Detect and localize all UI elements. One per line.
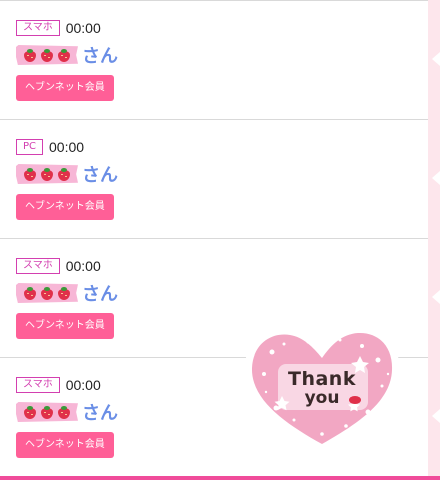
member-badge-button[interactable]: ヘブンネット会員 <box>16 194 114 220</box>
strawberry-icon <box>24 48 36 62</box>
visit-time: 00:00 <box>49 139 85 155</box>
strawberry-icon <box>58 405 70 419</box>
name-suffix: さん <box>82 165 118 186</box>
list-item: スマホ 00:00 さん ヘブンネット会員 <box>0 0 428 119</box>
device-badge: スマホ <box>16 258 60 274</box>
masked-name-tape <box>16 402 78 422</box>
member-badge-button[interactable]: ヘブンネット会員 <box>16 432 114 458</box>
strawberry-icon <box>58 286 70 300</box>
side-decoration-strip <box>428 0 440 480</box>
device-badge: PC <box>16 139 44 155</box>
bottom-accent-bar <box>0 476 440 480</box>
name-suffix: さん <box>82 403 118 424</box>
strawberry-icon <box>24 405 36 419</box>
strawberry-icon <box>41 405 53 419</box>
visit-time: 00:00 <box>65 377 101 393</box>
name-suffix: さん <box>82 46 118 67</box>
sticker-text-you: you <box>304 388 340 408</box>
strawberry-icon <box>41 286 53 300</box>
member-badge-button[interactable]: ヘブンネット会員 <box>16 75 114 101</box>
list-item: PC 00:00 さん ヘブンネット会員 <box>0 119 428 238</box>
strawberry-icon <box>24 286 36 300</box>
member-badge-button[interactable]: ヘブンネット会員 <box>16 313 114 339</box>
visit-time: 00:00 <box>65 258 101 274</box>
masked-name-tape <box>16 45 78 65</box>
strawberry-icon <box>58 48 70 62</box>
strawberry-icon <box>41 48 53 62</box>
device-badge: スマホ <box>16 377 60 393</box>
device-badge: スマホ <box>16 20 60 36</box>
visit-time: 00:00 <box>65 20 101 36</box>
thank-you-heart-sticker: Thank you <box>242 316 402 456</box>
masked-name-tape <box>16 283 78 303</box>
masked-name-tape <box>16 164 78 184</box>
strawberry-icon <box>58 167 70 181</box>
strawberry-icon <box>24 167 36 181</box>
name-suffix: さん <box>82 284 118 305</box>
sticker-text-thank: Thank <box>288 368 356 390</box>
strawberry-icon <box>41 167 53 181</box>
